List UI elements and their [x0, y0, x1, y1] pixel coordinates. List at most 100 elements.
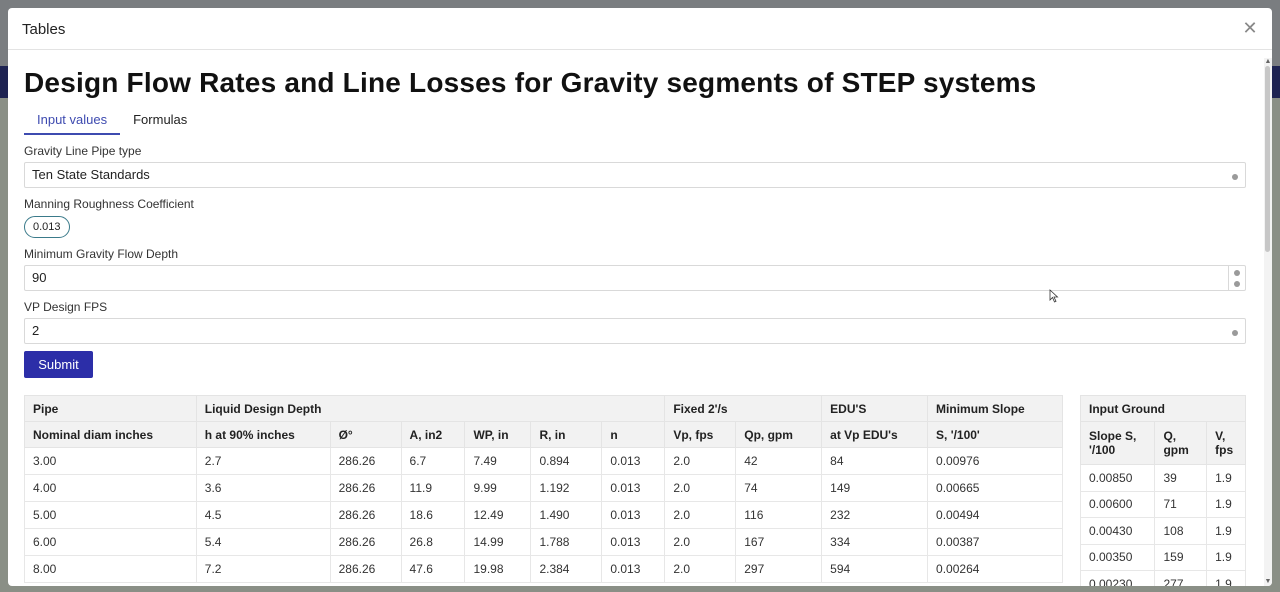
side-column-header-row: Slope S, '/100 Q, gpm V, fps	[1079, 421, 1246, 465]
column-header: Ø°	[329, 421, 402, 448]
table-cell: 11.9	[400, 474, 466, 502]
table-cell: 1.9	[1206, 464, 1246, 492]
min-depth-input[interactable]: 90	[24, 265, 1246, 291]
column-header: Q, gpm	[1154, 421, 1208, 465]
table-cell: 74	[735, 474, 823, 502]
table-cell: 0.013	[601, 501, 666, 529]
vp-value: 2	[32, 323, 40, 338]
table-cell: 42	[735, 447, 823, 475]
table-cell: 1.9	[1206, 517, 1246, 545]
table-row: 4.00 3.6 286.26 11.9 9.99 1.192 0.013 2.0 74 149 0…	[24, 474, 1063, 502]
tab-input-values[interactable]: Input values	[24, 107, 121, 135]
table-cell: 5.00	[24, 501, 197, 529]
manning-label: Manning Roughness Coefficient	[24, 197, 194, 211]
min-depth-stepper[interactable]	[1228, 266, 1245, 290]
table-row: 5.00 4.5 286.26 18.6 12.49 1.490 0.013 2.0 116 23…	[24, 501, 1063, 529]
column-header: at Vp EDU's	[821, 421, 929, 448]
column-header: Vp, fps	[664, 421, 737, 448]
input-ground-body: 0.00850 39 1.9 0.00600 71 1.9 0.00430 108 1.9 0.0…	[1079, 464, 1246, 586]
mouse-pointer-icon	[1049, 289, 1059, 303]
results-tables: Pipe Liquid Design Depth Fixed 2'/s EDU'…	[24, 395, 1248, 586]
table-row: 8.00 7.2 286.26 47.6 19.98 2.384 0.013 2.0 297 59…	[24, 555, 1063, 583]
table-cell: 0.00850	[1079, 464, 1156, 492]
table-cell: 14.99	[464, 528, 532, 556]
table-cell: 297	[735, 555, 823, 583]
table-cell: 9.99	[464, 474, 532, 502]
tables-modal: Tables ✕ ▲ ▼ Design Flow Rates and Line …	[8, 8, 1272, 586]
scroll-up-icon[interactable]: ▲	[1264, 58, 1272, 66]
table-cell: 0.894	[530, 447, 603, 475]
table-cell: 277	[1154, 570, 1208, 586]
modal-content: Design Flow Rates and Line Losses for Gr…	[24, 51, 1248, 586]
table-cell: 0.00665	[927, 474, 1063, 502]
table-row: 3.00 2.7 286.26 6.7 7.49 0.894 0.013 2.0 42 84 0.0…	[24, 447, 1063, 475]
table-cell: 4.5	[195, 501, 331, 529]
flow-rates-body: 3.00 2.7 286.26 6.7 7.49 0.894 0.013 2.0 42 84 0.0…	[24, 447, 1063, 583]
table-cell: 0.00600	[1079, 490, 1156, 518]
dropdown-indicator-icon	[1232, 174, 1238, 180]
increment-icon[interactable]	[1234, 270, 1240, 276]
table-cell: 286.26	[329, 528, 402, 556]
table-cell: 7.49	[464, 447, 532, 475]
table-cell: 2.384	[530, 555, 603, 583]
manning-value-chip[interactable]: 0.013	[24, 216, 70, 238]
input-ground-table: Input Ground Slope S, '/100 Q, gpm V, fp…	[1079, 395, 1246, 586]
table-row: 0.00430 108 1.9	[1079, 517, 1246, 545]
modal-title: Tables	[22, 21, 66, 38]
modal-scrollbar[interactable]: ▲ ▼	[1264, 58, 1272, 586]
group-header-input-ground: Input Ground	[1080, 395, 1246, 422]
table-cell: 6.00	[24, 528, 197, 556]
scroll-down-icon[interactable]: ▼	[1264, 578, 1272, 586]
table-cell: 232	[821, 501, 929, 529]
table-cell: 4.00	[24, 474, 197, 502]
table-cell: 26.8	[400, 528, 466, 556]
table-cell: 0.00976	[927, 447, 1063, 475]
group-header-liquid-depth: Liquid Design Depth	[195, 395, 666, 422]
table-cell: 6.7	[400, 447, 466, 475]
decrement-icon[interactable]	[1234, 281, 1240, 287]
column-header: WP, in	[464, 421, 532, 448]
table-cell: 0.00494	[927, 501, 1063, 529]
table-cell: 1.490	[530, 501, 603, 529]
vp-label: VP Design FPS	[24, 300, 108, 314]
table-cell: 1.9	[1206, 543, 1246, 571]
table-cell: 286.26	[329, 555, 402, 583]
table-cell: 2.0	[664, 528, 737, 556]
table-cell: 2.0	[664, 474, 737, 502]
table-cell: 0.013	[601, 528, 666, 556]
tab-bar: Input values Formulas	[24, 107, 1248, 135]
table-cell: 1.192	[530, 474, 603, 502]
column-header: Qp, gpm	[735, 421, 823, 448]
table-cell: 71	[1154, 490, 1208, 518]
table-cell: 167	[735, 528, 823, 556]
table-cell: 12.49	[464, 501, 532, 529]
scroll-thumb[interactable]	[1265, 66, 1270, 252]
table-row: 0.00350 159 1.9	[1079, 543, 1246, 571]
group-header-pipe: Pipe	[24, 395, 197, 422]
table-cell: 159	[1154, 543, 1208, 571]
table-cell: 8.00	[24, 555, 197, 583]
table-cell: 286.26	[329, 447, 402, 475]
table-cell: 7.2	[195, 555, 331, 583]
table-cell: 18.6	[400, 501, 466, 529]
table-cell: 2.0	[664, 447, 737, 475]
table-cell: 1.788	[530, 528, 603, 556]
vp-select[interactable]: 2	[24, 318, 1246, 344]
table-row: 0.00850 39 1.9	[1079, 464, 1246, 492]
table-cell: 149	[821, 474, 929, 502]
column-header: n	[601, 421, 666, 448]
table-cell: 2.7	[195, 447, 331, 475]
submit-button[interactable]: Submit	[24, 351, 93, 378]
table-cell: 0.00387	[927, 528, 1063, 556]
close-icon[interactable]: ✕	[1240, 18, 1260, 38]
table-cell: 108	[1154, 517, 1208, 545]
table-cell: 5.4	[195, 528, 331, 556]
table-cell: 0.013	[601, 555, 666, 583]
table-cell: 2.0	[664, 501, 737, 529]
tab-formulas[interactable]: Formulas	[120, 107, 200, 135]
pipe-type-select[interactable]: Ten State Standards	[24, 162, 1246, 188]
column-header: R, in	[530, 421, 603, 448]
modal-header: Tables ✕	[8, 8, 1272, 50]
column-header: h at 90% inches	[195, 421, 331, 448]
min-depth-value: 90	[32, 270, 47, 285]
